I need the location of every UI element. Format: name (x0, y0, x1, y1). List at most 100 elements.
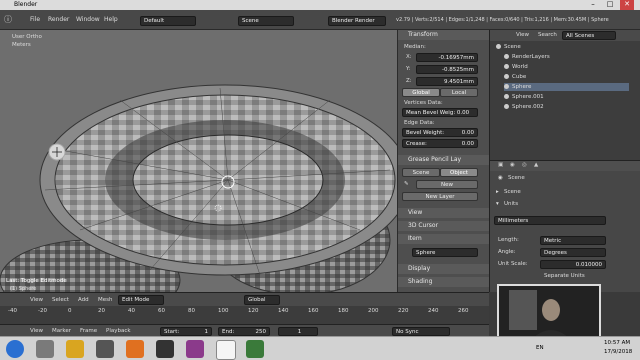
render-tab-icon[interactable]: ▣ (498, 162, 503, 168)
scene-section-header[interactable]: Scene (504, 189, 521, 195)
timeline-tick-label: 200 (368, 308, 379, 314)
units-label: Meters (12, 42, 31, 48)
3d-viewport[interactable]: User Ortho Meters Last: Toggle Editmode … (0, 30, 397, 292)
taskbar-app-icon[interactable] (96, 340, 114, 358)
outliner-row-sphere-002[interactable]: Sphere.002 (504, 103, 544, 111)
add-menu[interactable]: Add (78, 297, 89, 303)
mesh-menu[interactable]: Mesh (98, 297, 112, 303)
timeline-tick-label: 60 (158, 308, 165, 314)
median-x-field[interactable]: -0.16957mm (416, 53, 478, 62)
view-section-header[interactable]: View (398, 208, 490, 218)
outliner-view-menu[interactable]: View (516, 32, 529, 38)
3d-cursor-section-header[interactable]: 3D Cursor (398, 221, 490, 231)
chrome-icon[interactable] (66, 340, 84, 358)
renderlayers-icon (504, 54, 509, 59)
timeline-tick-label: 100 (218, 308, 229, 314)
world-tab-icon[interactable]: ◎ (522, 162, 527, 168)
item-section-header[interactable]: Item (398, 234, 490, 244)
units-section-header[interactable]: Units (504, 201, 518, 207)
layout-selector[interactable]: Default (140, 16, 196, 26)
taskbar-app2-icon[interactable] (126, 340, 144, 358)
pencil-icon[interactable]: ✎ (404, 181, 409, 187)
webcam-person-image (499, 286, 599, 342)
properties-tabs[interactable]: ▣ ◉ ◎ ▲ (490, 161, 640, 171)
timeline-tick-label: 20 (98, 308, 105, 314)
view-menu[interactable]: View (30, 297, 43, 303)
outliner-row-cube[interactable]: Cube (504, 73, 526, 81)
bevel-weight-field[interactable]: Bevel Weight: 0.00 (402, 128, 478, 137)
select-menu[interactable]: Select (52, 297, 69, 303)
item-name-field[interactable]: Sphere (412, 248, 478, 257)
median-z-field[interactable]: 9.4501mm (416, 77, 478, 86)
outliner-row-renderlayers[interactable]: RenderLayers (504, 53, 550, 61)
language-indicator[interactable]: EN (536, 345, 544, 351)
timeline-view-menu[interactable]: View (30, 328, 43, 334)
minimize-button[interactable]: – (586, 0, 600, 10)
outliner-search-menu[interactable]: Search (538, 32, 557, 38)
end-frame-field[interactable]: End: 250 (218, 327, 270, 336)
timeline-frame-menu[interactable]: Frame (80, 328, 97, 334)
file-explorer-icon[interactable] (36, 340, 54, 358)
grease-pencil-header[interactable]: Grease Pencil Lay (398, 155, 490, 165)
menu-window[interactable]: Window (76, 16, 100, 23)
scene-tab-icon[interactable]: ◉ (510, 162, 515, 168)
transform-header[interactable]: Transform (398, 30, 490, 40)
edge-data-label: Edge Data: (404, 120, 435, 126)
y-label: Y: (406, 66, 411, 72)
editor-type-icon[interactable]: ⓘ (4, 14, 12, 25)
unit-preset-select[interactable]: Millimeters (494, 216, 606, 225)
vertices-data-label: Vertices Data: (404, 100, 443, 106)
mean-bevel-weight-field[interactable]: Mean Bevel Weig: 0.00 (402, 108, 478, 117)
close-button[interactable]: ✕ (620, 0, 634, 10)
start-button-icon[interactable] (6, 340, 24, 358)
menu-help[interactable]: Help (104, 16, 118, 23)
mesh-icon (504, 94, 509, 99)
outliner-row-sphere-001[interactable]: Sphere.001 (504, 93, 544, 101)
scene-icon (496, 44, 501, 49)
gp-object-tab[interactable]: Object (440, 168, 478, 177)
current-frame-field[interactable]: 1 (278, 327, 318, 336)
new-layer-button[interactable]: New Layer (402, 192, 478, 201)
start-frame-field[interactable]: Start: 1 (160, 327, 212, 336)
menu-render[interactable]: Render (48, 16, 69, 23)
start-frame-label: Start: (164, 329, 180, 335)
gp-scene-tab[interactable]: Scene (402, 168, 440, 177)
clock-date[interactable]: 17/9/2018 (604, 349, 632, 355)
display-section-header[interactable]: Display (398, 264, 490, 274)
outliner-row-world[interactable]: World (504, 63, 528, 71)
media-player-icon[interactable] (156, 340, 174, 358)
scene-selector[interactable]: Scene (238, 16, 294, 26)
outliner-row-sphere[interactable]: Sphere (504, 83, 629, 91)
angle-unit-select[interactable]: Degrees (540, 248, 606, 257)
units-section-arrow[interactable]: ▾ (496, 201, 499, 207)
median-y-field[interactable]: -0.8525mm (416, 65, 478, 74)
blender-taskbar-icon[interactable] (216, 340, 236, 360)
transform-orientation-select[interactable]: Global (244, 295, 280, 305)
maximize-button[interactable]: □ (603, 0, 617, 10)
length-unit-select[interactable]: Metric (540, 236, 606, 245)
world-icon (504, 64, 509, 69)
clock-time[interactable]: 10:57 AM (604, 340, 630, 346)
unit-scale-field[interactable]: 0.010000 (540, 260, 606, 269)
timeline-header: View Marker Frame Playback Start: 1 End:… (0, 324, 489, 336)
crease-field[interactable]: Crease: 0.00 (402, 139, 478, 148)
outliner-display-mode[interactable]: All Scenes (562, 31, 616, 40)
scene-section-arrow[interactable]: ▸ (496, 189, 499, 195)
taskbar-app3-icon[interactable] (186, 340, 204, 358)
timeline-area[interactable]: -40 -20 0 20 40 60 80 100 120 140 160 180 200 220 240 2… (0, 306, 489, 324)
taskbar-app4-icon[interactable] (246, 340, 264, 358)
outliner-row-scene[interactable]: Scene (496, 43, 521, 51)
mode-select[interactable]: Edit Mode (118, 295, 164, 305)
shading-section-header[interactable]: Shading (398, 277, 490, 287)
sync-mode-select[interactable]: No Sync (392, 327, 450, 336)
median-label: Median: (404, 44, 426, 50)
gp-new-button[interactable]: New (416, 180, 478, 189)
timeline-marker-menu[interactable]: Marker (52, 328, 71, 334)
timeline-playback-menu[interactable]: Playback (106, 328, 131, 334)
menu-file[interactable]: File (30, 16, 40, 23)
global-toggle[interactable]: Global (402, 88, 440, 97)
render-engine-select[interactable]: Blender Render (328, 16, 386, 26)
object-tab-icon[interactable]: ▲ (534, 162, 538, 168)
local-toggle[interactable]: Local (440, 88, 478, 97)
separate-units-checkbox[interactable]: Separate Units (544, 273, 585, 279)
